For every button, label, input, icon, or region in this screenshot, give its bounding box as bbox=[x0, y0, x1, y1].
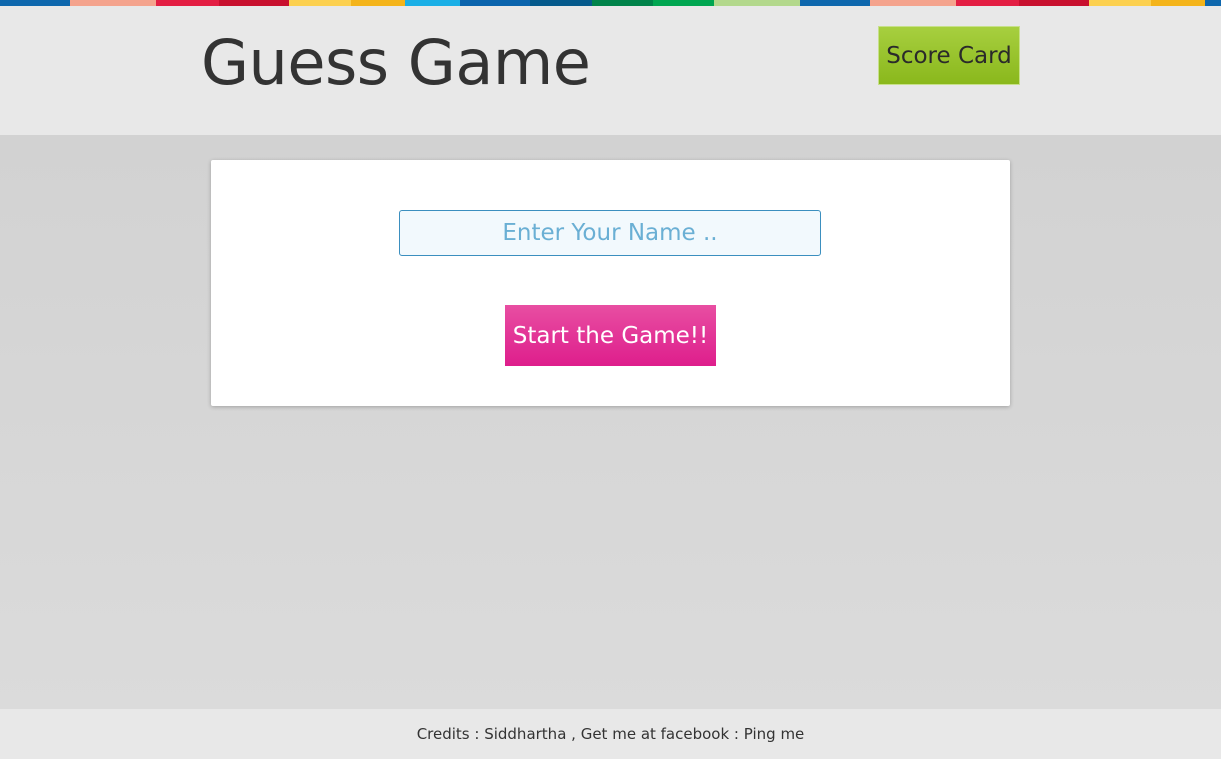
main-area: Start the Game!! bbox=[0, 135, 1221, 709]
start-card: Start the Game!! bbox=[211, 160, 1010, 406]
ping-me-link[interactable]: Ping me bbox=[744, 725, 805, 743]
footer-separator: , bbox=[566, 725, 581, 743]
score-card-button[interactable]: Score Card bbox=[878, 26, 1020, 85]
page-header: Guess Game Score Card bbox=[0, 6, 1221, 135]
name-input[interactable] bbox=[399, 210, 821, 256]
contact-label: Get me at facebook : bbox=[580, 725, 744, 743]
credits-label: Credits : bbox=[416, 725, 485, 743]
footer: Credits : Siddhartha , Get me at faceboo… bbox=[0, 709, 1221, 759]
page-title: Guess Game bbox=[201, 26, 591, 99]
start-game-button[interactable]: Start the Game!! bbox=[505, 305, 716, 366]
author-link[interactable]: Siddhartha bbox=[484, 725, 566, 743]
